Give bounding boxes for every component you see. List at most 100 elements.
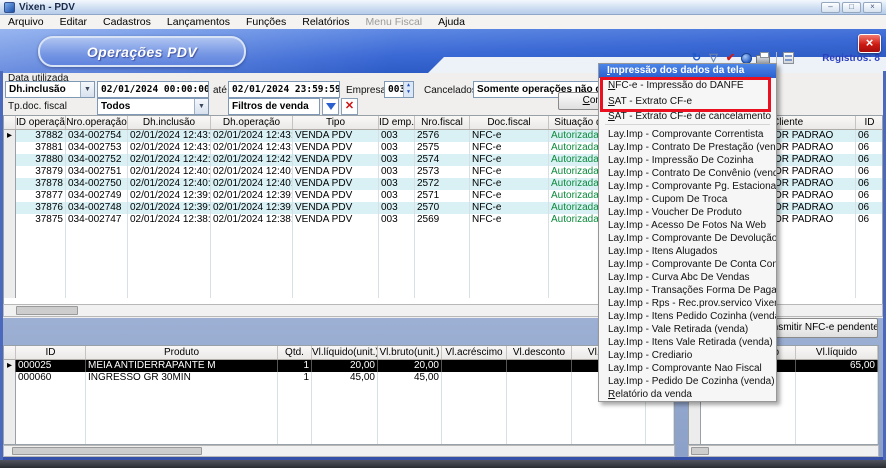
context-menu: Impressão dos dados da tela NFC-e - Impr… bbox=[598, 63, 777, 402]
column-header[interactable]: Doc.fiscal bbox=[470, 116, 549, 129]
column-header[interactable]: Vl.líquido(unit.) bbox=[312, 346, 378, 359]
empresa-field[interactable]: 003 ▲▼ bbox=[384, 81, 414, 98]
menu-item-lay-imp-acesso-de-fotos-na-web[interactable]: Lay.Imp - Acesso De Fotos Na Web bbox=[599, 219, 776, 232]
close-button[interactable]: × bbox=[863, 2, 882, 13]
menu-item-lay-imp-comprovante-correntista[interactable]: Lay.Imp - Comprovante Correntista bbox=[599, 128, 776, 141]
scrollbar-thumb[interactable] bbox=[691, 447, 709, 455]
menubar-item-editar[interactable]: Editar bbox=[52, 16, 95, 28]
menu-item-lay-imp-pedido-de-cozinha-venda[interactable]: Lay.Imp - Pedido De Cozinha (venda) bbox=[599, 375, 776, 388]
menu-item-sat-extrato-cf-e[interactable]: SAT - Extrato CF-e bbox=[599, 94, 776, 110]
cell: 003 bbox=[379, 214, 415, 226]
menu-item-sat-extrato-cf-e-de-cancelamento[interactable]: SAT - Extrato CF-e de cancelamento bbox=[599, 110, 776, 123]
clear-filter-button[interactable]: ✕ bbox=[341, 98, 358, 115]
cell: VENDA PDV bbox=[293, 214, 379, 226]
menu-item-lay-imp-comprovante-pg-estacionamento[interactable]: Lay.Imp - Comprovante Pg. Estacionamento bbox=[599, 180, 776, 193]
column-header[interactable]: Vl.acréscimo bbox=[442, 346, 507, 359]
column-header[interactable] bbox=[4, 346, 16, 359]
scrollbar-thumb[interactable] bbox=[12, 447, 202, 455]
filter-funnel-button[interactable] bbox=[322, 98, 339, 115]
empresa-stepper[interactable]: ▲▼ bbox=[403, 82, 413, 97]
menu-item-lay-imp-rps-rec-prov-servico-vixen[interactable]: Lay.Imp - Rps - Rec.prov.servico Vixen bbox=[599, 297, 776, 310]
cell: 003 bbox=[379, 142, 415, 154]
menu-item-lay-imp-itens-alugados[interactable]: Lay.Imp - Itens Alugados bbox=[599, 245, 776, 258]
column-header[interactable]: ID bbox=[16, 346, 86, 359]
date-mode-select[interactable]: Dh.inclusão ▼ bbox=[5, 81, 95, 98]
date-to-input[interactable]: 02/01/2024 23:59:59 bbox=[228, 81, 340, 98]
column-header[interactable]: Vl.líquido bbox=[796, 346, 878, 359]
menubar-item-lan-amentos[interactable]: Lançamentos bbox=[159, 16, 238, 28]
menu-item-lay-imp-cupom-de-troca[interactable]: Lay.Imp - Cupom De Troca bbox=[599, 193, 776, 206]
menu-item-nfc-e-impress-o-do-danfe[interactable]: NFC-e - Impressão do DANFE bbox=[599, 78, 776, 94]
column-header[interactable]: ID bbox=[856, 116, 883, 129]
close-panel-button[interactable]: × bbox=[858, 34, 881, 53]
cell bbox=[4, 154, 16, 166]
column-header[interactable]: Tipo bbox=[293, 116, 379, 129]
menu-item-lay-imp-transa-es-forma-de-pagamento[interactable]: Lay.Imp - Transações Forma De Pagamento bbox=[599, 284, 776, 297]
menubar-item-arquivo[interactable]: Arquivo bbox=[0, 16, 52, 28]
menubar-item-fun-es[interactable]: Funções bbox=[238, 16, 294, 28]
menu-item-lay-imp-contrato-de-presta-o-venda[interactable]: Lay.Imp - Contrato De Prestação (venda) bbox=[599, 141, 776, 154]
table-row[interactable]: ▸000025MEIA ANTIDERRAPANTE M120,0020,00 bbox=[4, 360, 674, 372]
empresa-label: Empresa bbox=[346, 85, 386, 96]
cell bbox=[293, 238, 379, 250]
chevron-down-icon[interactable]: ▼ bbox=[194, 99, 208, 114]
cell bbox=[312, 420, 378, 432]
menu-item-lay-imp-comprovante-de-devolu-o[interactable]: Lay.Imp - Comprovante De Devolução bbox=[599, 232, 776, 245]
date-from-input[interactable]: 02/01/2024 00:00:00 bbox=[97, 81, 209, 98]
cell bbox=[415, 250, 470, 262]
menubar-item-relat-rios[interactable]: Relatórios bbox=[294, 16, 357, 28]
chevron-down-icon[interactable]: ▼ bbox=[80, 82, 94, 97]
column-header[interactable]: ID operação bbox=[16, 116, 66, 129]
menu-item-lay-imp-itens-vale-retirada-venda[interactable]: Lay.Imp - Itens Vale Retirada (venda) bbox=[599, 336, 776, 349]
minimize-button[interactable]: – bbox=[821, 2, 840, 13]
cell: 2572 bbox=[415, 178, 470, 190]
cell bbox=[86, 396, 278, 408]
cell bbox=[312, 408, 378, 420]
menu-item-lay-imp-comprovante-nao-fiscal[interactable]: Lay.Imp - Comprovante Nao Fiscal bbox=[599, 362, 776, 375]
cell bbox=[16, 384, 86, 396]
menu-item-lay-imp-itens-pedido-cozinha-venda[interactable]: Lay.Imp - Itens Pedido Cozinha (venda) bbox=[599, 310, 776, 323]
maximize-button[interactable]: □ bbox=[842, 2, 861, 13]
cell: VENDA PDV bbox=[293, 202, 379, 214]
menu-item-impressao-dados-tela[interactable]: Impressão dos dados da tela bbox=[599, 64, 776, 78]
menubar-item-cadastros[interactable]: Cadastros bbox=[95, 16, 159, 28]
cancelados-label: Cancelados bbox=[424, 85, 477, 96]
cell bbox=[507, 360, 572, 372]
cell bbox=[278, 396, 312, 408]
cell bbox=[772, 286, 856, 298]
column-header[interactable]: Vl.desconto bbox=[507, 346, 572, 359]
column-header[interactable]: Dh.operação bbox=[211, 116, 293, 129]
menubar-item-ajuda[interactable]: Ajuda bbox=[430, 16, 473, 28]
menu-item-lay-imp-voucher-de-produto[interactable]: Lay.Imp - Voucher De Produto bbox=[599, 206, 776, 219]
cell bbox=[211, 274, 293, 286]
menu-item-lay-imp-comprovante-de-conta-consumo[interactable]: Lay.Imp - Comprovante De Conta Consumo bbox=[599, 258, 776, 271]
table-row-empty bbox=[689, 408, 878, 420]
column-header[interactable]: Qtd. bbox=[278, 346, 312, 359]
menu-item-lay-imp-contrato-de-conv-nio-venda[interactable]: Lay.Imp - Contrato De Convênio (venda) bbox=[599, 167, 776, 180]
column-header[interactable]: Vl.bruto(unit.) bbox=[378, 346, 442, 359]
products-grid-hscrollbar[interactable] bbox=[3, 445, 675, 457]
export-icon[interactable] bbox=[783, 52, 794, 64]
scrollbar-thumb[interactable] bbox=[16, 306, 78, 315]
column-header[interactable]: Produto bbox=[86, 346, 278, 359]
column-header[interactable]: Cliente bbox=[772, 116, 856, 129]
column-header[interactable]: Nro.operação bbox=[66, 116, 128, 129]
table-row[interactable]: 000060INGRESSO GR 30MIN145,0045,00 bbox=[4, 372, 674, 384]
cell: NFC-e bbox=[470, 214, 549, 226]
menu-item-relat-rio-da-venda[interactable]: Relatório da venda bbox=[599, 388, 776, 401]
cell bbox=[646, 408, 674, 420]
tpdoc-select[interactable]: Todos ▼ bbox=[97, 98, 209, 115]
menu-item-lay-imp-vale-retirada-venda[interactable]: Lay.Imp - Vale Retirada (venda) bbox=[599, 323, 776, 336]
column-header[interactable]: ID emp. bbox=[379, 116, 415, 129]
column-header[interactable]: Nro.fiscal bbox=[415, 116, 470, 129]
cell bbox=[415, 286, 470, 298]
column-header[interactable] bbox=[4, 116, 16, 129]
globe-icon[interactable] bbox=[741, 53, 752, 64]
cell: 65,00 bbox=[796, 360, 878, 372]
menu-item-lay-imp-crediario[interactable]: Lay.Imp - Crediario bbox=[599, 349, 776, 362]
totals-grid-hscrollbar[interactable] bbox=[688, 445, 879, 457]
column-header[interactable]: Dh.inclusão bbox=[128, 116, 211, 129]
menu-item-lay-imp-curva-abc-de-vendas[interactable]: Lay.Imp - Curva Abc De Vendas bbox=[599, 271, 776, 284]
menu-item-lay-imp-impress-o-de-cozinha[interactable]: Lay.Imp - Impressão De Cozinha bbox=[599, 154, 776, 167]
cell bbox=[415, 226, 470, 238]
